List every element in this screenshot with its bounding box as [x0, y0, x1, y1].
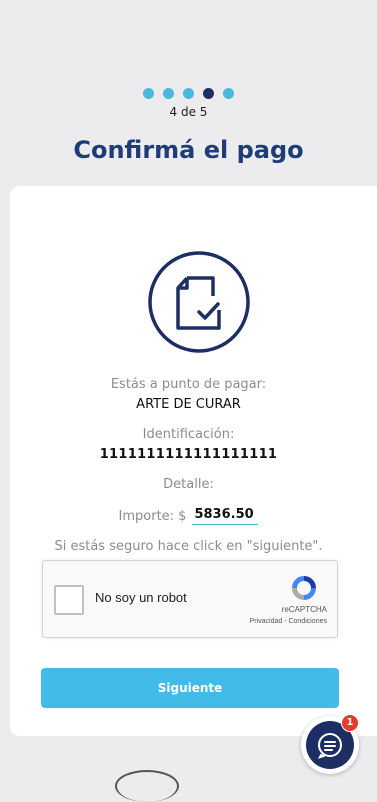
detail-label: Detalle:: [163, 477, 214, 492]
recaptcha-label: No soy un robot: [95, 590, 187, 605]
step-dot-4-active: [203, 88, 214, 99]
id-label: Identificación:: [142, 427, 235, 442]
page-title: Confirmá el pago: [73, 136, 304, 164]
step-indicator: 4 de 5: [0, 88, 377, 119]
step-dot-2: [163, 88, 174, 99]
merchant-name: ARTE DE CURAR: [136, 397, 241, 412]
recaptcha-brand: reCAPTCHA: [281, 605, 327, 614]
step-count: 4 de 5: [169, 105, 208, 119]
recaptcha-widget: No soy un robot reCAPTCHA Privacidad - C…: [42, 560, 338, 638]
recaptcha-logo-icon: [292, 576, 316, 600]
step-dot-5: [223, 88, 234, 99]
recaptcha-links[interactable]: Privacidad - Condiciones: [250, 618, 327, 625]
confirm-hint: Si estás seguro hace click en "siguiente…: [54, 539, 323, 554]
document-check-icon: [147, 250, 251, 354]
next-button[interactable]: Siguiente: [41, 668, 339, 708]
recaptcha-checkbox[interactable]: [54, 585, 84, 615]
amount-value: 5836.50: [192, 507, 259, 525]
step-dot-3: [183, 88, 194, 99]
amount-row: Importe: $ 5836.50: [10, 507, 367, 525]
id-value: 1111111111111111111: [99, 447, 278, 462]
step-dots: [0, 88, 377, 99]
chat-notification-badge: 1: [341, 714, 359, 732]
amount-label: Importe: $: [118, 508, 187, 524]
chat-button[interactable]: 1: [301, 714, 359, 774]
bottom-decoration: [115, 770, 179, 802]
about-to-pay-label: Estás a punto de pagar:: [110, 377, 267, 392]
chat-icon: [318, 733, 342, 759]
payment-info: Estás a punto de pagar: ARTE DE CURAR Id…: [10, 375, 367, 554]
step-dot-1: [143, 88, 154, 99]
payment-card: Estás a punto de pagar: ARTE DE CURAR Id…: [10, 186, 377, 736]
